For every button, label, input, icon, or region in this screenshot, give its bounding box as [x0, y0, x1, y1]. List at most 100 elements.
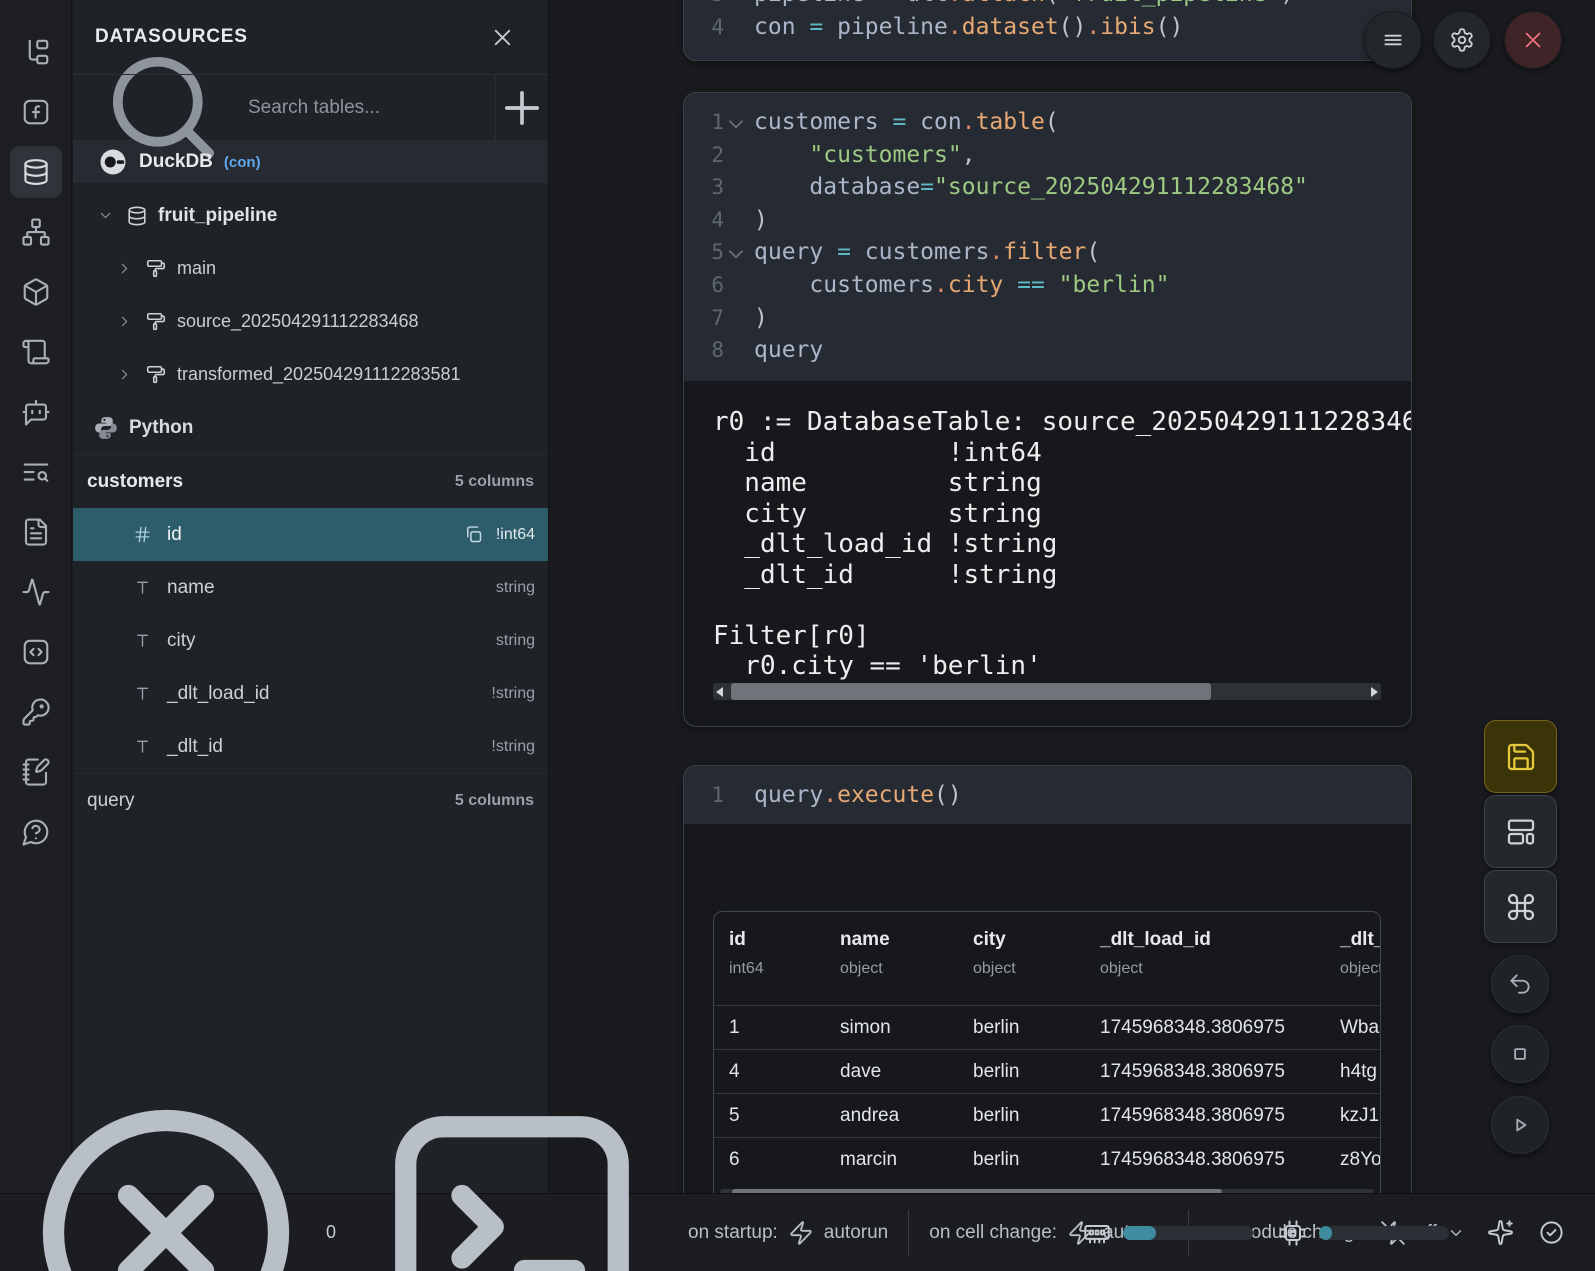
code-text: ): [754, 302, 768, 335]
zap-icon: [788, 1220, 814, 1246]
fold-chevron-icon[interactable]: [724, 236, 748, 269]
column-row-city[interactable]: citystring: [73, 614, 548, 667]
column-name: name: [167, 577, 496, 599]
fold-slot: [724, 269, 748, 302]
scroll-left-arrow-icon[interactable]: [716, 687, 723, 697]
table-row: 5andreaberlin1745968348.3806975kzJ1O: [714, 1093, 1380, 1137]
search-box[interactable]: [73, 75, 495, 140]
table-cell: berlin: [958, 1017, 1085, 1039]
column-row-_dlt_id[interactable]: _dlt_id!string: [73, 720, 548, 773]
shutdown-button[interactable]: [1504, 11, 1562, 69]
search-input[interactable]: [246, 96, 495, 120]
cpu-usage-meter: [1319, 1226, 1449, 1240]
code-text: customers = con.table(: [754, 106, 1059, 139]
table-row: 4daveberlin1745968348.3806975h4tg: [714, 1049, 1380, 1093]
error-count-button[interactable]: 0: [16, 1083, 336, 1271]
table-cell: z8Yo: [1325, 1149, 1381, 1171]
rail-item-file-tree[interactable]: [10, 26, 62, 78]
terminal-icon: [362, 1083, 662, 1271]
tree-item-source_202504291112283468[interactable]: source_202504291112283468: [73, 295, 548, 348]
layout-button[interactable]: [1484, 795, 1557, 868]
table-header-customers[interactable]: customers5 columns: [73, 454, 548, 508]
duckdb-logo-icon: [98, 147, 128, 177]
copy-icon[interactable]: [463, 524, 484, 545]
table-row: 6marcinberlin1745968348.3806975z8Yo: [714, 1137, 1380, 1181]
rail-item-datasources[interactable]: [10, 146, 62, 198]
rail-item-log-search[interactable]: [10, 446, 62, 498]
terminal-button[interactable]: [362, 1083, 662, 1271]
rail-item-snippets[interactable]: [10, 626, 62, 678]
table-header-query[interactable]: query5 columns: [73, 773, 548, 827]
rail-item-logs[interactable]: [10, 326, 62, 378]
output-horizontal-scrollbar[interactable]: [713, 683, 1381, 700]
table-column-header[interactable]: _dlt_idobject: [1325, 912, 1381, 1005]
code-editor-3[interactable]: 1query.execute(): [684, 766, 1411, 811]
table-name: customers: [87, 471, 183, 493]
rail-item-packages[interactable]: [10, 266, 62, 318]
tree-item-fruit_pipeline[interactable]: fruit_pipeline: [73, 189, 548, 242]
chevron-right-icon: [116, 260, 133, 277]
column-name: id: [167, 524, 463, 546]
connection-health-button[interactable]: [1538, 1219, 1565, 1246]
column-row-_dlt_load_id[interactable]: _dlt_load_id!string: [73, 667, 548, 720]
connection-badge: (con): [224, 154, 261, 171]
rail-item-scratchpad[interactable]: [10, 746, 62, 798]
code-text: "customers",: [754, 139, 976, 172]
type-icon: [133, 737, 152, 756]
tree-item-main[interactable]: main: [73, 242, 548, 295]
line-number: 1: [684, 106, 724, 139]
line-number: 8: [684, 334, 724, 367]
rail-item-documentation[interactable]: [10, 506, 62, 558]
column-row-name[interactable]: namestring: [73, 561, 548, 614]
tree-item-python[interactable]: Python: [73, 401, 548, 454]
table-cell: berlin: [958, 1149, 1085, 1171]
column-row-id[interactable]: id!int64: [73, 508, 548, 561]
code-line: 8query: [684, 334, 1411, 367]
close-icon[interactable]: [489, 24, 516, 51]
stop-button[interactable]: [1491, 1025, 1549, 1083]
rail-item-help[interactable]: [10, 806, 62, 858]
column-header-name: _dlt_load_id: [1100, 929, 1325, 951]
table-cell: 1745968348.3806975: [1085, 1017, 1325, 1039]
function-icon: [21, 97, 51, 127]
code-editor-1[interactable]: 3pipeline = dlt.attach("fruit_pipeline")…: [684, 0, 1411, 43]
table-name: query: [87, 790, 135, 812]
code-line: 1 customers = con.table(: [684, 106, 1411, 139]
scrollbar-thumb[interactable]: [731, 683, 1211, 700]
rail-item-functions[interactable]: [10, 86, 62, 138]
cpu-icon: [1279, 1219, 1307, 1247]
save-button[interactable]: [1484, 720, 1557, 793]
fold-chevron-icon[interactable]: [724, 106, 748, 139]
line-number: 4: [684, 11, 724, 44]
add-datasource-button[interactable]: [495, 75, 548, 140]
table-column-header[interactable]: cityobject: [958, 912, 1085, 1005]
rail-item-dependency-graph[interactable]: [10, 206, 62, 258]
scroll-right-arrow-icon[interactable]: [1371, 687, 1378, 697]
column-name: _dlt_load_id: [167, 683, 491, 705]
gear-icon: [1449, 27, 1475, 53]
rail-item-secrets[interactable]: [10, 686, 62, 738]
code-editor-2[interactable]: 1customers = con.table(2 "customers",3 d…: [684, 93, 1411, 368]
table-column-header[interactable]: nameobject: [825, 912, 958, 1005]
undo-button[interactable]: [1491, 955, 1549, 1013]
table-column-header[interactable]: _dlt_load_idobject: [1085, 912, 1325, 1005]
line-number: 2: [684, 139, 724, 172]
table-cell: 5: [714, 1105, 825, 1127]
command-palette-button[interactable]: [1484, 870, 1557, 943]
ai-sparkles-button[interactable]: [1487, 1219, 1514, 1246]
cell-menu-button[interactable]: [1364, 11, 1422, 69]
code-cell-3[interactable]: 1query.execute() idint64nameobjectcityob…: [683, 765, 1412, 1263]
table-cell: 1: [714, 1017, 825, 1039]
chevron-right-icon: [116, 313, 133, 330]
tree-item-transformed_202504291112283581[interactable]: transformed_202504291112283581: [73, 348, 548, 401]
code-cell-2[interactable]: 1customers = con.table(2 "customers",3 d…: [683, 92, 1412, 727]
on-startup-setting[interactable]: on startup:autorun: [688, 1220, 888, 1246]
table-column-header[interactable]: idint64: [714, 912, 825, 1005]
schema-icon: [145, 364, 167, 386]
settings-button[interactable]: [1433, 11, 1491, 69]
code-line: 1query.execute(): [684, 779, 1411, 812]
rail-item-ai-assistant[interactable]: [10, 386, 62, 438]
code-cell-1[interactable]: 3pipeline = dlt.attach("fruit_pipeline")…: [683, 0, 1412, 61]
run-button[interactable]: [1491, 1096, 1549, 1154]
rail-item-tracing[interactable]: [10, 566, 62, 618]
